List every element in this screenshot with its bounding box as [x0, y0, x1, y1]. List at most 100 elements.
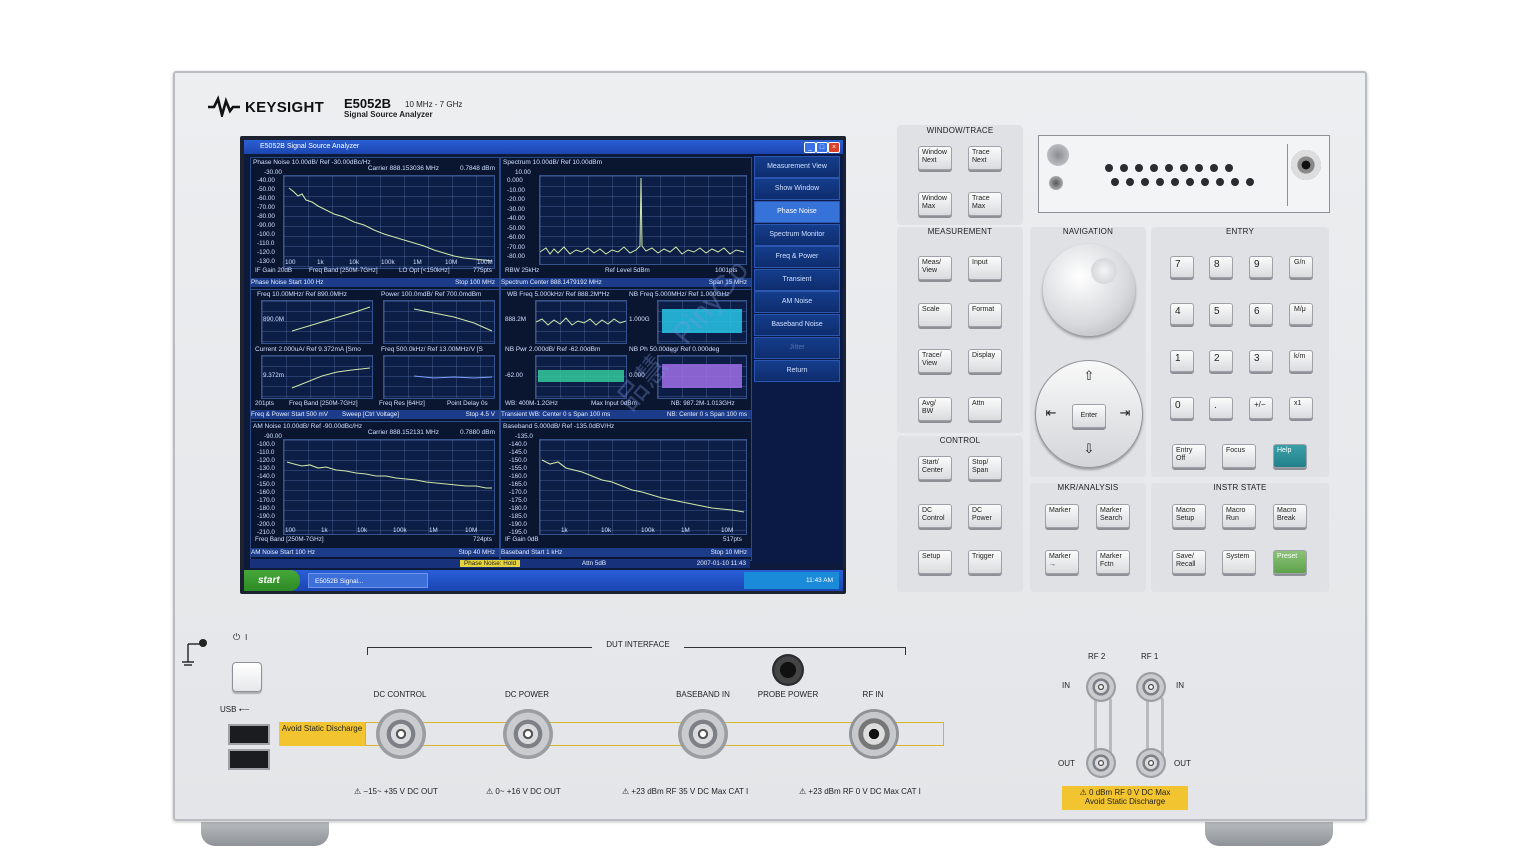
phase-noise-level: 0.7848 dBm: [459, 165, 495, 172]
trace-max-key[interactable]: Trace Max: [968, 192, 1002, 216]
softkey-measurement-view[interactable]: Measurement View: [754, 156, 840, 178]
taskbar-app-item[interactable]: E5052B Signal...: [308, 573, 428, 588]
power-switch[interactable]: [232, 662, 262, 692]
key-6[interactable]: 6: [1249, 303, 1273, 325]
start-button[interactable]: start: [244, 570, 300, 591]
softkey-freq-power[interactable]: Freq & Power: [754, 246, 840, 268]
measurement-group: [897, 227, 1023, 433]
system-key[interactable]: System: [1222, 550, 1256, 574]
marker-key[interactable]: Marker: [1045, 504, 1079, 528]
arrow-left-icon[interactable]: ⇤: [1040, 405, 1062, 425]
stop-span-key[interactable]: Stop/ Span: [968, 456, 1002, 480]
rf2-out-connector[interactable]: [1086, 748, 1116, 778]
dc-control-connector[interactable]: [376, 709, 426, 759]
preset-key[interactable]: Preset: [1273, 550, 1307, 574]
arrow-down-icon[interactable]: ⇩: [1078, 441, 1100, 461]
save-recall-key[interactable]: Save/ Recall: [1172, 550, 1206, 574]
softkey-return[interactable]: Return: [754, 360, 840, 382]
connector-pin: [1111, 178, 1119, 186]
probe-power-connector[interactable]: [772, 654, 804, 686]
scale-key[interactable]: Scale: [918, 303, 952, 327]
freq-power-window[interactable]: Freq 10.00MHz/ Ref 890.0MHz Power 100.0m…: [250, 289, 500, 423]
key-x1[interactable]: x1: [1289, 397, 1313, 419]
key-plus-minus[interactable]: +/−: [1249, 397, 1273, 419]
transient-status-wb: Transient WB: Center 0 s Span 100 ms: [501, 411, 611, 418]
display-screen[interactable]: E5052B Signal Source Analyzer _ □ × Phas…: [244, 140, 843, 591]
datetime-status: 2007-01-10 11:43: [696, 560, 746, 567]
keysight-wave-icon: [208, 95, 240, 121]
macro-setup-key[interactable]: Macro Setup: [1172, 504, 1206, 528]
setup-key[interactable]: Setup: [918, 550, 952, 574]
attn-key[interactable]: Attn: [968, 397, 1002, 421]
rf1-out-connector[interactable]: [1136, 748, 1166, 778]
softkey-jitter[interactable]: Jitter: [754, 337, 840, 359]
spectrum-trace: [539, 177, 745, 255]
trace-view-key[interactable]: Trace/ View: [918, 349, 952, 373]
dc-power-key[interactable]: DC Power: [968, 504, 1002, 528]
am-noise-window[interactable]: AM Noise 10.00dB/ Ref -90.00dBc/Hz Carri…: [250, 421, 500, 561]
rf2-in-connector[interactable]: [1086, 672, 1116, 702]
key-9[interactable]: 9: [1249, 256, 1273, 278]
macro-run-key[interactable]: Macro Run: [1222, 504, 1256, 528]
key-5[interactable]: 5: [1209, 303, 1233, 325]
key-4[interactable]: 4: [1170, 303, 1194, 325]
key-3[interactable]: 3: [1249, 350, 1273, 372]
display-key[interactable]: Display: [968, 349, 1002, 373]
dc-power-connector[interactable]: [503, 709, 553, 759]
key-8[interactable]: 8: [1209, 256, 1233, 278]
macro-break-key[interactable]: Macro Break: [1273, 504, 1307, 528]
window-next-key[interactable]: Window Next: [918, 146, 952, 170]
baseband-window[interactable]: Baseband 5.000dB/ Ref -135.0dBV/Hz -135.…: [500, 421, 752, 561]
usb-port-2[interactable]: [228, 749, 270, 770]
enter-key[interactable]: Enter: [1072, 404, 1106, 428]
key-k-m[interactable]: k/m: [1289, 350, 1313, 372]
arrow-right-icon[interactable]: ⇥: [1114, 405, 1136, 425]
transient-status-nb: NB: Center 0 s Span 100 ms: [666, 411, 747, 418]
close-icon[interactable]: ×: [828, 142, 840, 153]
baseband-header: Baseband 5.000dB/ Ref -135.0dBV/Hz: [503, 423, 615, 430]
freq-power-footer1: 201pts: [255, 400, 274, 407]
dc-control-key[interactable]: DC Control: [918, 504, 952, 528]
mkr-analysis-label: MKR/ANALYSIS: [1057, 483, 1119, 492]
softkey-am-noise[interactable]: AM Noise: [754, 291, 840, 313]
softkey-baseband-noise[interactable]: Baseband Noise: [754, 314, 840, 336]
marker-fctn-key[interactable]: Marker Fctn: [1096, 550, 1130, 574]
key-decimal[interactable]: .: [1209, 397, 1233, 419]
trace-next-key[interactable]: Trace Next: [968, 146, 1002, 170]
softkey-transient[interactable]: Transient: [754, 269, 840, 291]
avg-bw-key[interactable]: Avg/ BW: [918, 397, 952, 421]
usb-port-1[interactable]: [228, 724, 270, 745]
rf-in-connector[interactable]: [849, 709, 899, 759]
baseband-in-connector[interactable]: [678, 709, 728, 759]
format-key[interactable]: Format: [968, 303, 1002, 327]
input-key[interactable]: Input: [968, 256, 1002, 280]
key-m-micro[interactable]: M/μ: [1289, 303, 1313, 325]
key-1[interactable]: 1: [1170, 350, 1194, 372]
marker-search-key[interactable]: Marker Search: [1096, 504, 1130, 528]
key-g-n[interactable]: G/n: [1289, 256, 1313, 278]
window-max-key[interactable]: Window Max: [918, 192, 952, 216]
am-noise-header: AM Noise 10.00dB/ Ref -90.00dBc/Hz: [253, 423, 363, 430]
softkey-phase-noise[interactable]: Phase Noise: [754, 201, 840, 223]
arrow-up-icon[interactable]: ⇧: [1078, 368, 1100, 388]
minimize-icon[interactable]: _: [804, 142, 816, 153]
help-key[interactable]: Help: [1273, 444, 1307, 468]
key-0[interactable]: 0: [1170, 397, 1194, 419]
softkey-spectrum-monitor[interactable]: Spectrum Monitor: [754, 224, 840, 246]
phase-noise-window[interactable]: Phase Noise 10.00dB/ Ref -30.00dBc/Hz Ca…: [250, 157, 500, 291]
trigger-key[interactable]: Trigger: [968, 550, 1002, 574]
maximize-icon[interactable]: □: [816, 142, 828, 153]
rotary-knob[interactable]: [1043, 244, 1135, 336]
phase-noise-x-tick: 1k: [317, 259, 324, 266]
key-2[interactable]: 2: [1209, 350, 1233, 372]
softkey-show-window[interactable]: Show Window: [754, 178, 840, 200]
rf1-in-connector[interactable]: [1136, 672, 1166, 702]
focus-key[interactable]: Focus: [1222, 444, 1256, 468]
meas-view-key[interactable]: Meas/ View: [918, 256, 952, 280]
key-7[interactable]: 7: [1170, 256, 1194, 278]
start-center-key[interactable]: Start/ Center: [918, 456, 952, 480]
marker-to-key[interactable]: Marker →: [1045, 550, 1079, 574]
entry-off-key[interactable]: Entry Off: [1172, 444, 1206, 468]
phase-noise-footer3: LO Opt [<150kHz]: [399, 267, 450, 274]
am-noise-footer2: 724pts: [473, 536, 492, 543]
